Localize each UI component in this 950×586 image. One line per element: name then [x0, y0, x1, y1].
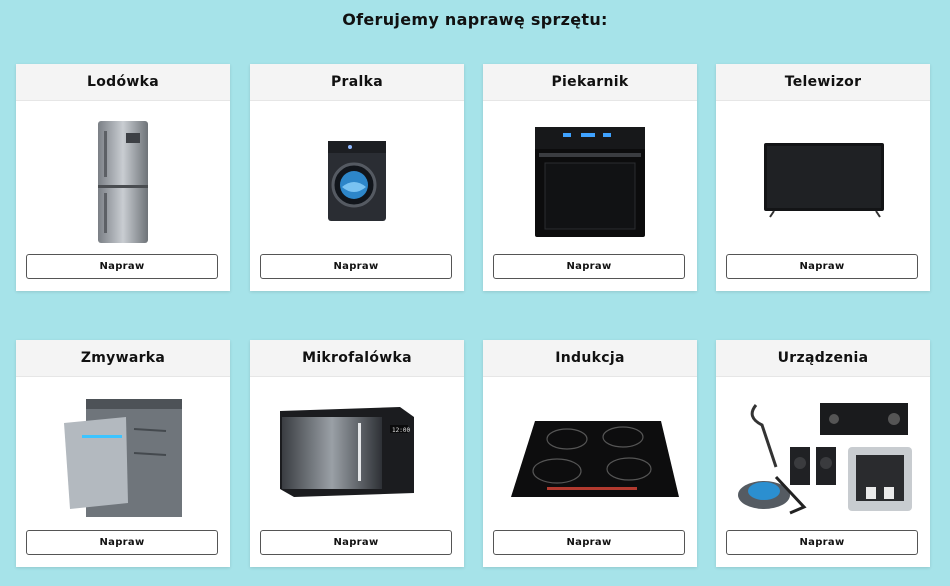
card-title: Lodówka	[16, 64, 230, 101]
repair-button-induction[interactable]: Napraw	[493, 530, 685, 555]
repair-button-fridge[interactable]: Napraw	[26, 254, 218, 279]
repair-button-microwave[interactable]: Napraw	[260, 530, 452, 555]
tv-icon	[716, 101, 930, 251]
repair-button-appliances[interactable]: Napraw	[726, 530, 918, 555]
service-card-appliances: Urządzenia Napraw	[716, 340, 930, 567]
repair-button-tv[interactable]: Napraw	[726, 254, 918, 279]
card-title: Indukcja	[483, 340, 697, 377]
dishwasher-icon	[16, 377, 230, 527]
card-title: Urządzenia	[716, 340, 930, 377]
repair-button-washing-machine[interactable]: Napraw	[260, 254, 452, 279]
service-card-microwave: Mikrofalówka 12:00 Napraw	[250, 340, 464, 567]
card-title: Telewizor	[716, 64, 930, 101]
card-title: Pralka	[250, 64, 464, 101]
microwave-icon: 12:00	[250, 377, 464, 527]
oven-icon	[483, 101, 697, 251]
card-title: Zmywarka	[16, 340, 230, 377]
induction-hob-icon	[483, 377, 697, 527]
repair-button-oven[interactable]: Napraw	[493, 254, 685, 279]
service-card-oven: Piekarnik Napraw	[483, 64, 697, 291]
card-title: Piekarnik	[483, 64, 697, 101]
fridge-icon	[16, 101, 230, 251]
service-card-washing-machine: Pralka Napraw	[250, 64, 464, 291]
washing-machine-icon	[250, 101, 464, 251]
page-heading: Oferujemy naprawę sprzętu:	[342, 10, 608, 29]
service-card-dishwasher: Zmywarka Napraw	[16, 340, 230, 567]
svg-text:12:00: 12:00	[392, 427, 410, 434]
service-card-induction: Indukcja Napraw	[483, 340, 697, 567]
service-card-tv: Telewizor Napraw	[716, 64, 930, 291]
card-title: Mikrofalówka	[250, 340, 464, 377]
appliances-icon	[716, 377, 930, 527]
service-card-fridge: Lodówka Napraw	[16, 64, 230, 291]
repair-button-dishwasher[interactable]: Napraw	[26, 530, 218, 555]
